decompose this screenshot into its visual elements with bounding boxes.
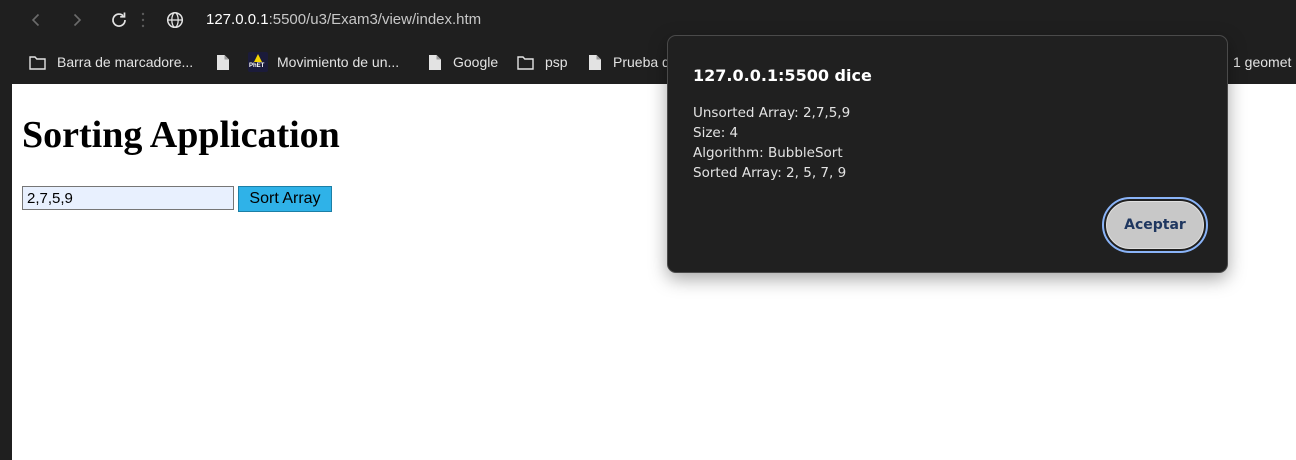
bookmark-google[interactable]: Google: [428, 50, 498, 74]
browser-toolbar: 127.0.0.1:5500/u3/Exam3/view/index.htm: [0, 0, 1296, 40]
dialog-message-algorithm: Algorithm: BubbleSort: [693, 145, 843, 161]
dialog-message-sorted: Sorted Array: 2, 5, 7, 9: [693, 165, 847, 181]
globe-icon: [166, 11, 184, 29]
alert-dialog: 127.0.0.1:5500 dice Unsorted Array: 2,7,…: [667, 35, 1228, 273]
url-host: 127.0.0.1: [206, 11, 269, 28]
dialog-message-size: Size: 4: [693, 125, 739, 141]
separator-dots-icon: [141, 12, 145, 28]
address-bar[interactable]: 127.0.0.1:5500/u3/Exam3/view/index.htm: [206, 10, 481, 30]
site-info-button[interactable]: [163, 8, 187, 32]
array-input[interactable]: [22, 186, 234, 210]
folder-icon: [29, 55, 46, 70]
bookmark-label: Barra de marcadore...: [57, 54, 194, 70]
dialog-title: 127.0.0.1:5500 dice: [693, 66, 872, 85]
page-icon: [589, 54, 601, 70]
sort-array-button[interactable]: Sort Array: [238, 186, 332, 212]
bookmark-page-shortcut[interactable]: [216, 50, 241, 74]
bookmark-barra-de-marcadores[interactable]: Barra de marcadore...: [29, 50, 193, 74]
window-left-edge: [0, 84, 12, 460]
bookmark-movimiento[interactable]: PhET Movimiento de un...: [248, 50, 399, 74]
forward-arrow-icon: [73, 13, 82, 27]
bookmark-psp[interactable]: psp: [517, 50, 568, 74]
forward-button[interactable]: [65, 8, 89, 32]
bookmark-label: 1 geomet: [1233, 54, 1292, 70]
folder-icon: [517, 55, 534, 70]
page-icon: [429, 54, 441, 70]
bookmark-label: Movimiento de un...: [277, 54, 400, 70]
dialog-message-unsorted: Unsorted Array: 2,7,5,9: [693, 105, 851, 121]
back-button[interactable]: [24, 8, 48, 32]
reload-icon: [112, 12, 126, 27]
page-title: Sorting Application: [22, 114, 340, 156]
bookmark-label: Google: [453, 54, 499, 70]
accept-button[interactable]: Aceptar: [1102, 197, 1208, 253]
phet-icon: PhET: [248, 52, 268, 72]
bookmark-prueba[interactable]: Prueba d: [588, 50, 670, 74]
bookmark-label: psp: [545, 54, 568, 70]
page-icon: [217, 54, 229, 70]
bookmark-label: Prueba d: [613, 54, 670, 70]
back-arrow-icon: [31, 13, 40, 27]
accept-button-label: Aceptar: [1106, 201, 1204, 249]
url-path: :5500/u3/Exam3/view/index.htm: [268, 11, 482, 28]
bookmark-geometria[interactable]: 1 geomet: [1233, 50, 1291, 74]
reload-button[interactable]: [107, 8, 131, 32]
